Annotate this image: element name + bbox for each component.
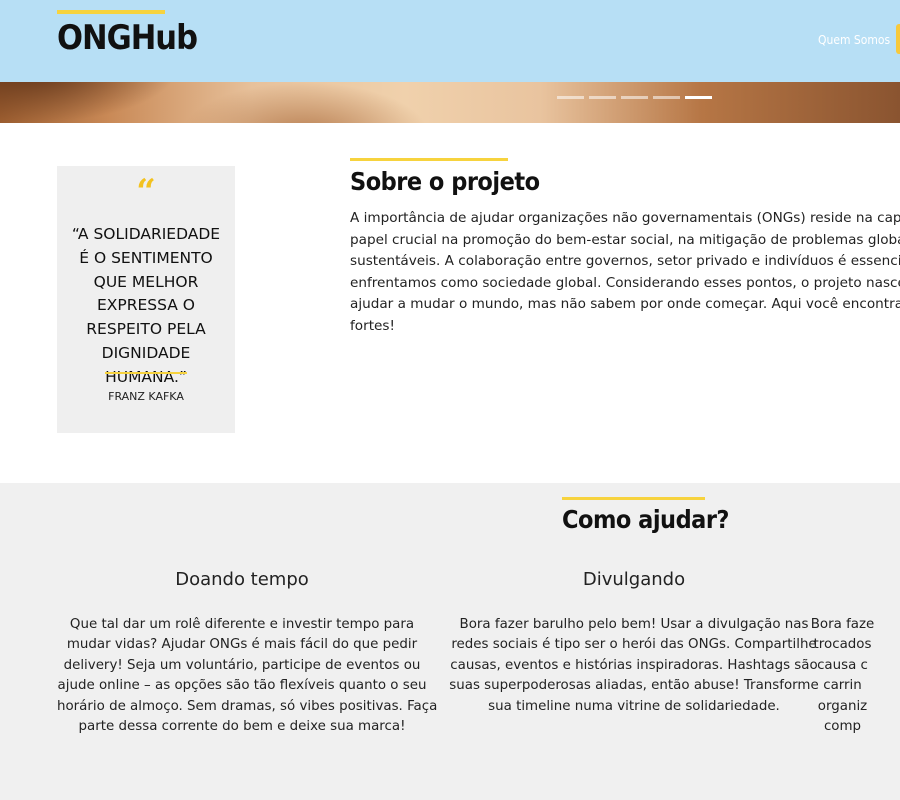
hero-image-shade bbox=[180, 82, 430, 123]
help-column-text-time: Que tal dar um rolê diferente e investir… bbox=[57, 617, 438, 735]
carousel-indicator-3[interactable] bbox=[621, 96, 648, 99]
help-title-accent bbox=[562, 497, 705, 500]
about-text: A importância de ajudar organizações não… bbox=[350, 210, 900, 334]
site-header: ONGHub Quem Somos bbox=[0, 0, 900, 82]
help-column-text-donate: Bora faze trocados causa c carrin organi… bbox=[810, 617, 875, 735]
help-title: Como ajudar? bbox=[562, 505, 730, 534]
site-logo[interactable]: ONGHub bbox=[57, 18, 198, 58]
about-title: Sobre o projeto bbox=[350, 167, 540, 196]
how-to-help-section: Como ajudar? Doando tempo Que tal dar um… bbox=[0, 483, 900, 800]
hero-image-shade bbox=[0, 82, 180, 123]
carousel-indicator-1[interactable] bbox=[557, 96, 584, 99]
quote-card: “ “A SOLIDARIEDADE É O SENTIMENTO QUE ME… bbox=[57, 166, 235, 433]
carousel-indicator-5-active[interactable] bbox=[685, 96, 712, 99]
hero-carousel bbox=[0, 82, 900, 123]
carousel-indicator-4[interactable] bbox=[653, 96, 680, 99]
quote-divider bbox=[105, 372, 187, 374]
nav-link-quem-somos[interactable]: Quem Somos bbox=[818, 33, 890, 47]
nav-cta-button[interactable] bbox=[896, 24, 900, 54]
quote-mark-icon: “ bbox=[136, 172, 156, 212]
carousel-indicator-2[interactable] bbox=[589, 96, 616, 99]
quote-text: “A SOLIDARIEDADE É O SENTIMENTO QUE MELH… bbox=[71, 225, 221, 386]
help-column-title-time: Doando tempo bbox=[175, 569, 309, 590]
help-column-title-share: Divulgando bbox=[582, 569, 686, 590]
about-title-accent bbox=[350, 158, 508, 161]
quote-author: FRANZ KAFKA bbox=[108, 390, 184, 403]
logo-accent-bar bbox=[57, 10, 165, 14]
help-column-text-share: Bora fazer barulho pelo bem! Usar a divu… bbox=[449, 617, 819, 714]
